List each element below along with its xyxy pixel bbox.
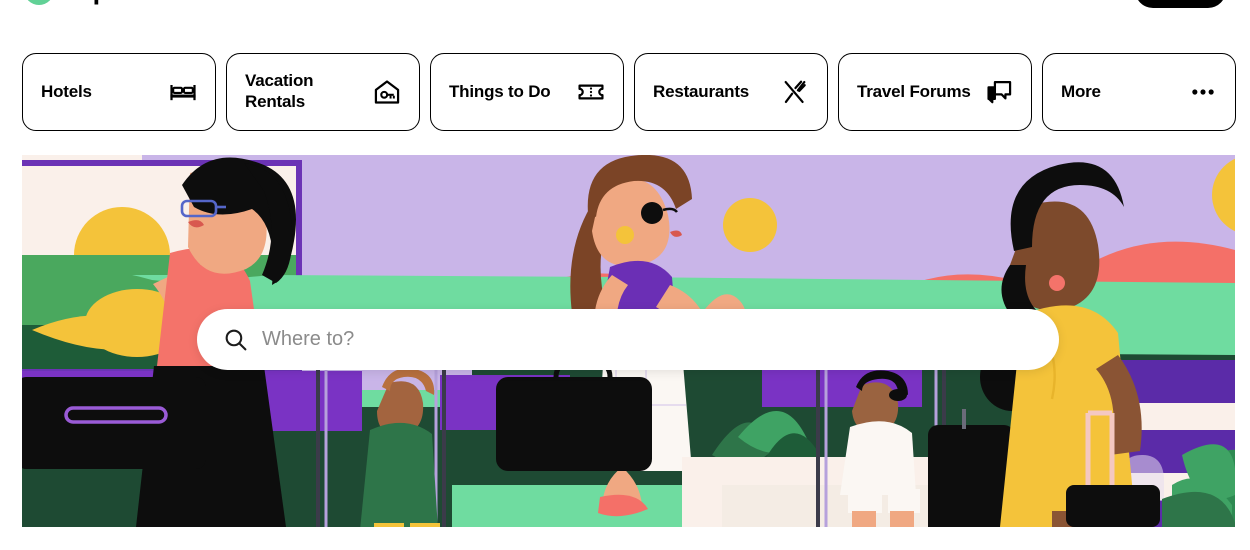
nav-item-restaurants-label: Restaurants	[653, 81, 750, 101]
brand-wordmark: Tripadvisor	[62, 0, 200, 6]
search-input[interactable]	[262, 328, 1033, 351]
nav-item-restaurants[interactable]: Restaurants	[634, 53, 828, 131]
fork-knife-icon	[784, 80, 806, 104]
ellipsis-icon	[1192, 89, 1214, 95]
site-header: Tripadvisor ✎ Review ♡ Trips 🔔 Alerts Si…	[0, 0, 1250, 12]
nav-item-things-to-do-label: Things to Do	[449, 81, 551, 101]
header-actions: ✎ Review ♡ Trips 🔔 Alerts Sign in	[888, 0, 1226, 8]
bed-icon	[170, 85, 196, 101]
sign-in-button[interactable]: Sign in	[1135, 0, 1226, 8]
category-nav: Hotels Vacation Rentals Things to Do Res…	[22, 53, 1236, 131]
chat-bubbles-icon	[987, 80, 1012, 104]
nav-item-things-to-do[interactable]: Things to Do	[430, 53, 624, 131]
destination-search-bar[interactable]	[197, 309, 1059, 370]
nav-item-travel-forums[interactable]: Travel Forums	[838, 53, 1032, 131]
ticket-icon	[578, 84, 604, 100]
nav-item-vacation-rentals[interactable]: Vacation Rentals	[226, 53, 420, 131]
nav-item-hotels[interactable]: Hotels	[22, 53, 216, 131]
suitcase-left	[22, 377, 206, 469]
briefcase-center	[496, 360, 652, 471]
tripadvisor-owl-logo-icon	[24, 0, 54, 5]
nav-item-more[interactable]: More	[1042, 53, 1236, 131]
brand-logo[interactable]: Tripadvisor	[24, 0, 200, 6]
house-key-icon	[374, 80, 400, 104]
suitcase-right	[928, 409, 1014, 527]
search-icon	[225, 329, 247, 351]
nav-item-travel-forums-label: Travel Forums	[857, 81, 971, 101]
nav-item-hotels-label: Hotels	[41, 81, 92, 101]
nav-item-vacation-rentals-label: Vacation Rentals	[245, 71, 314, 111]
nav-item-more-label: More	[1061, 81, 1101, 101]
tripadvisor-homepage: Tripadvisor ✎ Review ♡ Trips 🔔 Alerts Si…	[0, 0, 1250, 550]
